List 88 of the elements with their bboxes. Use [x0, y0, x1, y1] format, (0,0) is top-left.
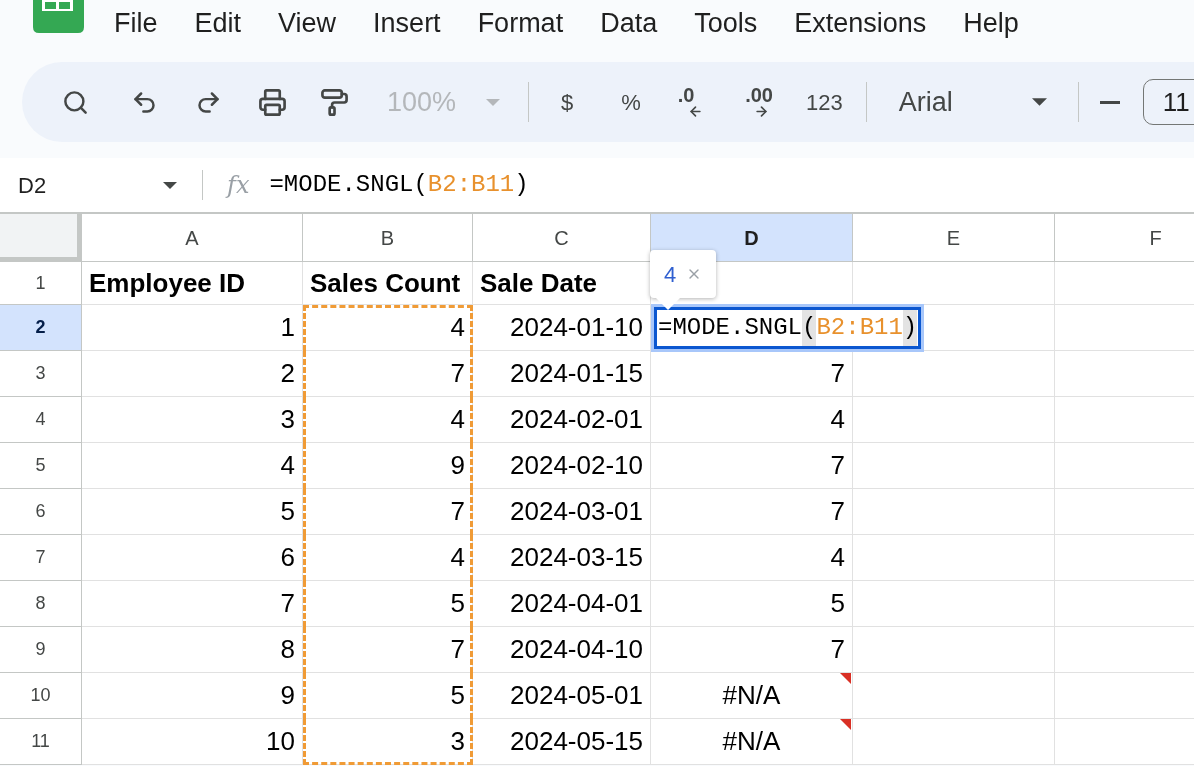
function-label: fx: [227, 170, 250, 201]
menu-item[interactable]: Format: [477, 7, 564, 39]
table-cell: 5: [651, 581, 853, 627]
table-cell: 4: [303, 397, 473, 443]
column-header[interactable]: D: [651, 214, 853, 262]
column-header[interactable]: E: [853, 214, 1055, 262]
app-logo-icon[interactable]: [33, 0, 84, 33]
table-cell: 7: [651, 489, 853, 535]
table-cell: 2024-05-01: [473, 673, 651, 719]
table-cell: 3: [82, 397, 303, 443]
table-cell: 4: [651, 397, 853, 443]
column-header[interactable]: A: [82, 214, 303, 262]
table-cell: 5: [303, 673, 473, 719]
table-cell: 9: [303, 443, 473, 489]
row-header[interactable]: 7: [0, 535, 82, 581]
menu-item[interactable]: File: [114, 7, 158, 39]
row-header[interactable]: 1: [0, 262, 82, 305]
table-cell: 7: [651, 443, 853, 489]
menu-item[interactable]: View: [278, 7, 337, 39]
row-header[interactable]: 11: [0, 719, 82, 765]
table-cell: 10: [82, 719, 303, 765]
result-value: 4: [664, 260, 677, 289]
table-cell: 4: [303, 535, 473, 581]
row-header[interactable]: 3: [0, 351, 82, 397]
table-cell: 2024-02-10: [473, 443, 651, 489]
table-cell: Employee ID: [82, 262, 303, 305]
table-cell: 2024-01-15: [473, 351, 651, 397]
decrease-decimal-button[interactable]: .0: [669, 80, 710, 124]
menu-item[interactable]: Help: [963, 7, 1019, 39]
error-value: #N/A: [722, 725, 781, 758]
cell-editor[interactable]: =MODE.SNGL(B2:B11): [651, 304, 925, 352]
table-cell: 2024-05-15: [473, 719, 651, 765]
formula-input[interactable]: =MODE.SNGL(B2:B11): [269, 165, 1194, 205]
table-cell: Sales Count: [303, 262, 473, 305]
row-header[interactable]: 9: [0, 627, 82, 673]
error-marker-icon: [840, 673, 851, 684]
table-cell: 8: [82, 627, 303, 673]
table-cell: 2024-03-01: [473, 489, 651, 535]
table-cell: 9: [82, 673, 303, 719]
menu-item[interactable]: Insert: [373, 7, 441, 39]
row-header[interactable]: 8: [0, 581, 82, 627]
error-value: #N/A: [722, 679, 781, 712]
caret-icon: [163, 181, 177, 189]
row-header[interactable]: 5: [0, 443, 82, 489]
table-cell: 2024-03-15: [473, 535, 651, 581]
row-header[interactable]: 10: [0, 673, 82, 719]
caret-icon: [486, 98, 501, 106]
name-box[interactable]: D2: [0, 165, 185, 205]
error-marker-icon: [840, 719, 851, 730]
table-cell: 7: [303, 489, 473, 535]
table-cell: 2024-02-01: [473, 397, 651, 443]
table-cell: 2: [82, 351, 303, 397]
search-icon: [61, 88, 89, 116]
table-cell: 6: [82, 535, 303, 581]
column-header[interactable]: B: [303, 214, 473, 262]
table-cell: 5: [82, 489, 303, 535]
table-cell: 7: [651, 351, 853, 397]
row-header[interactable]: 4: [0, 397, 82, 443]
table-cell: 2024-04-01: [473, 581, 651, 627]
table-cell: 4: [651, 535, 853, 581]
row-header[interactable]: 2: [0, 305, 82, 351]
row-header[interactable]: 6: [0, 489, 82, 535]
minus-icon: [1099, 100, 1120, 104]
increase-decimal-button[interactable]: .00: [737, 80, 782, 124]
caret-icon: [1031, 98, 1047, 106]
number-format-button[interactable]: $: [547, 80, 588, 124]
font-size-input[interactable]: 11: [1142, 79, 1194, 125]
table-cell: 4: [303, 305, 473, 351]
table-cell: 7: [82, 581, 303, 627]
number-format-button[interactable]: 123: [802, 80, 847, 124]
table-cell: 1: [82, 305, 303, 351]
column-header[interactable]: C: [473, 214, 651, 262]
paint-roller-icon: [319, 87, 349, 117]
arrow-right-icon: [753, 103, 769, 119]
font-dropdown[interactable]: Arial: [898, 80, 1047, 124]
menu-item[interactable]: Tools: [694, 7, 758, 39]
menu-item[interactable]: Edit: [194, 7, 242, 39]
printer-icon: [257, 87, 287, 117]
table-cell: 3: [303, 719, 473, 765]
table-cell: 7: [651, 627, 853, 673]
table-cell: 5: [303, 581, 473, 627]
number-format-button[interactable]: %: [611, 80, 652, 124]
table-cell: 4: [82, 443, 303, 489]
menu-item[interactable]: Data: [600, 7, 658, 39]
table-cell: 2024-04-10: [473, 627, 651, 673]
menu-item[interactable]: Extensions: [794, 7, 927, 39]
table-cell: 7: [303, 351, 473, 397]
table-cell: 7: [303, 627, 473, 673]
